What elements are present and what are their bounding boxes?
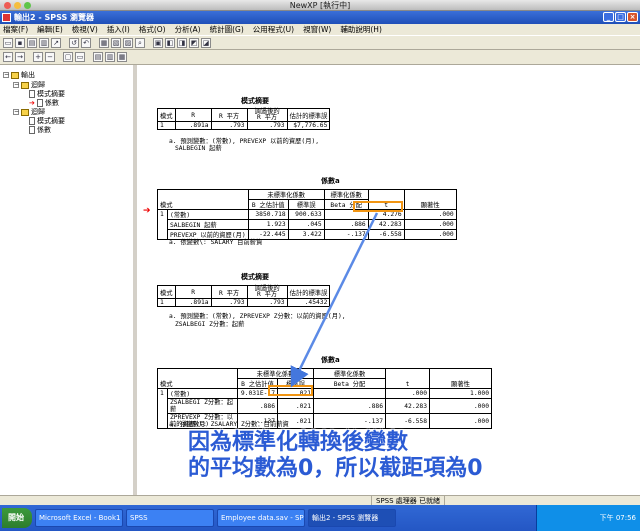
print-preview-icon[interactable]: ▥ <box>39 38 49 48</box>
pointer-arrow <box>290 212 379 388</box>
find-icon[interactable]: ⌕ <box>135 38 145 48</box>
menu-window[interactable]: 視窗(W) <box>303 24 331 35</box>
caption-line-1: 因為標準化轉換後變數 <box>188 430 409 455</box>
menu-file[interactable]: 檔案(F) <box>3 24 28 35</box>
print-icon[interactable]: ▤ <box>27 38 37 48</box>
page-icon <box>29 90 35 98</box>
window-title-bar: 輸出2 - SPSS 瀏覽器 _ □ × <box>0 11 640 24</box>
show-icon[interactable]: ▢ <box>63 52 73 62</box>
insert-heading-icon[interactable]: ▤ <box>93 52 103 62</box>
task-spss-folder[interactable]: SPSS <box>126 509 214 527</box>
export-icon[interactable]: ↗ <box>51 38 61 48</box>
promote-icon[interactable]: ← <box>3 52 13 62</box>
status-bar: SPSS 處理器 已就緒 <box>0 495 640 506</box>
caption-line-2: 的平均數為0，所以截距項為0 <box>188 456 483 481</box>
menu-format[interactable]: 格式(O) <box>139 24 166 35</box>
menu-graphs[interactable]: 統計圖(G) <box>210 24 244 35</box>
menu-bar: 檔案(F) 編輯(E) 檢視(V) 插入(I) 格式(O) 分析(A) 統計圖(… <box>0 24 640 35</box>
clock[interactable]: 下午 07:56 <box>600 514 636 522</box>
value-labels-icon[interactable]: ◪ <box>201 38 211 48</box>
main-toolbar: ▭ ▪ ▤ ▥ ↗ ↺ ↶ ▦ ▧ ▨ ⌕ ▣ ◧ ◨ ◩ ◪ <box>0 35 640 50</box>
host-window-buttons[interactable] <box>4 2 31 9</box>
current-arrow-icon: ➔ <box>29 99 35 107</box>
menu-analyze[interactable]: 分析(A) <box>175 24 201 35</box>
insert-text-icon[interactable]: ▦ <box>117 52 127 62</box>
page-icon <box>29 117 35 125</box>
book-icon <box>21 108 29 116</box>
menu-help[interactable]: 輔助說明(H) <box>340 24 382 35</box>
task-spss-viewer[interactable]: 輸出2 - SPSS 瀏覽器 <box>308 509 396 527</box>
goto-data-icon[interactable]: ▦ <box>99 38 109 48</box>
page-icon <box>29 126 35 134</box>
hide-icon[interactable]: ▭ <box>75 52 85 62</box>
minimize-icon[interactable] <box>14 2 21 9</box>
window-title: 輸出2 - SPSS 瀏覽器 <box>14 13 95 22</box>
taskbar: 開始 Microsoft Excel - Book1 SPSS Employee… <box>0 505 640 531</box>
task-spss-data[interactable]: Employee data.sav - SPSS... <box>217 509 305 527</box>
maximize-button[interactable]: □ <box>615 12 626 22</box>
minimize-button[interactable]: _ <box>603 12 614 22</box>
select-cases-icon[interactable]: ◩ <box>189 38 199 48</box>
page-icon <box>36 99 43 107</box>
annotation-caption: 因為標準化轉換後變數 的平均數為0，所以截距項為0 <box>188 430 483 482</box>
tree-item-output[interactable]: − 輸出 <box>3 70 35 80</box>
recall-dialog-icon[interactable]: ↺ <box>69 38 79 48</box>
spss-app-icon <box>2 13 11 22</box>
close-icon[interactable] <box>4 2 11 9</box>
save-icon[interactable]: ▪ <box>15 38 25 48</box>
zoom-icon[interactable] <box>24 2 31 9</box>
menu-view[interactable]: 檢視(V) <box>72 24 98 35</box>
split-file-icon[interactable]: ◧ <box>165 38 175 48</box>
task-excel[interactable]: Microsoft Excel - Book1 <box>35 509 123 527</box>
menu-insert[interactable]: 插入(I) <box>107 24 130 35</box>
menu-utilities[interactable]: 公用程式(U) <box>253 24 294 35</box>
system-tray: 下午 07:56 <box>536 505 640 531</box>
demote-icon[interactable]: → <box>15 52 25 62</box>
outline-tree: − 輸出 − 迴歸 模式摘要 ➔ 係數 − 迴歸 模式摘要 係數 <box>0 65 137 495</box>
start-button[interactable]: 開始 <box>2 508 32 528</box>
book-icon <box>21 81 29 89</box>
undo-icon[interactable]: ↶ <box>81 38 91 48</box>
outline-toolbar: ← → + − ▢ ▭ ▤ ▥ ▦ <box>0 50 640 65</box>
tree-item-coefficients-2[interactable]: 係數 <box>29 125 51 135</box>
book-icon <box>11 71 19 79</box>
expand-icon[interactable]: + <box>33 52 43 62</box>
host-title-bar: NewXP [執行中] <box>0 0 640 11</box>
menu-edit[interactable]: 編輯(E) <box>37 24 63 35</box>
goto-case-icon[interactable]: ▧ <box>111 38 121 48</box>
insert-cases-icon[interactable]: ▣ <box>153 38 163 48</box>
variables-icon[interactable]: ▨ <box>123 38 133 48</box>
host-title: NewXP [執行中] <box>289 1 351 10</box>
collapse-icon[interactable]: − <box>45 52 55 62</box>
close-button[interactable]: × <box>627 12 638 22</box>
insert-title-icon[interactable]: ▥ <box>105 52 115 62</box>
open-icon[interactable]: ▭ <box>3 38 13 48</box>
weight-cases-icon[interactable]: ◨ <box>177 38 187 48</box>
